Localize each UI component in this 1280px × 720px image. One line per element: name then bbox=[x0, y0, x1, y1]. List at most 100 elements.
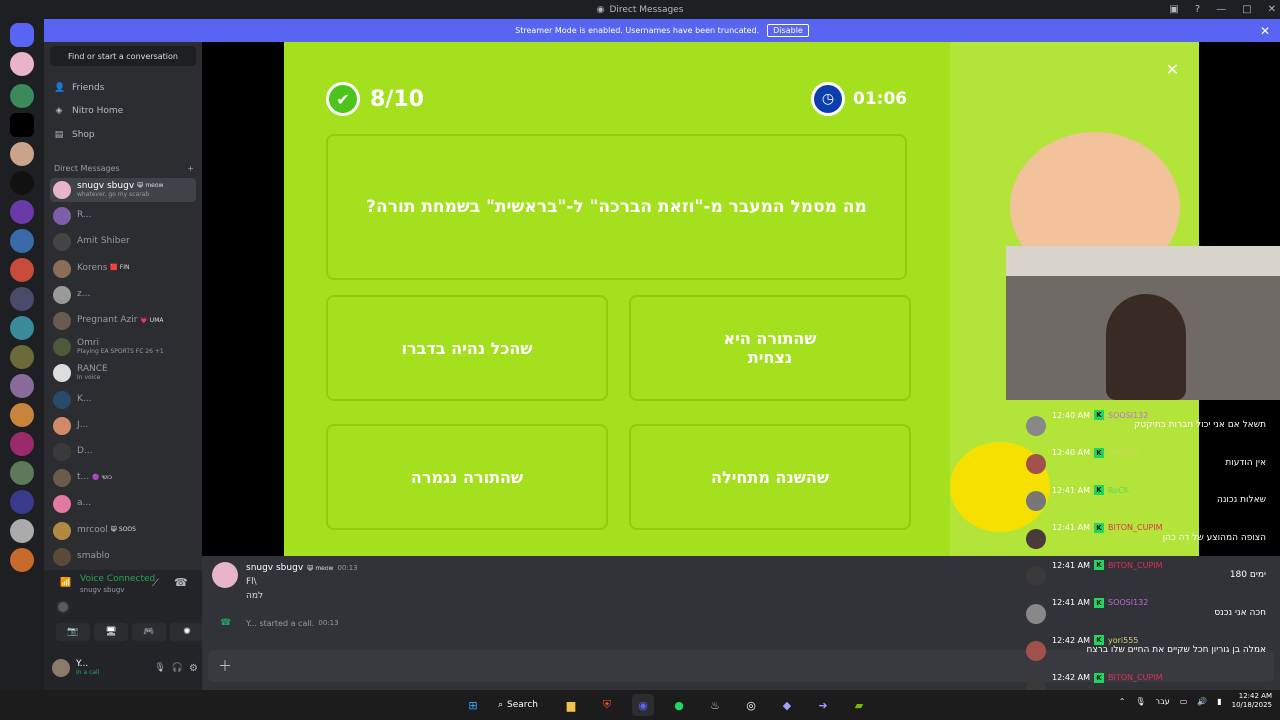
app-icon[interactable]: ◆ bbox=[776, 694, 798, 716]
avatar[interactable] bbox=[53, 521, 71, 540]
avatar[interactable] bbox=[53, 233, 71, 252]
avatar[interactable] bbox=[52, 659, 70, 677]
avatar[interactable] bbox=[53, 181, 71, 199]
help-icon[interactable]: ? bbox=[1195, 4, 1200, 15]
answer-button[interactable]: שהתורה היא נצחית bbox=[629, 295, 911, 401]
inbox-icon[interactable]: ▣ bbox=[1169, 4, 1178, 15]
attach-plus-icon[interactable]: ＋ bbox=[218, 656, 232, 676]
dm-item[interactable]: t... 🟣 כושי bbox=[50, 466, 196, 490]
server-icon[interactable] bbox=[10, 519, 34, 543]
avatar[interactable] bbox=[53, 390, 71, 409]
search-button[interactable]: ⌕ Search bbox=[498, 700, 546, 710]
server-icon[interactable] bbox=[10, 113, 34, 137]
server-icon[interactable] bbox=[10, 258, 34, 282]
nav-nitro-home[interactable]: ◈ Nitro Home bbox=[54, 106, 124, 116]
server-icon[interactable] bbox=[10, 461, 34, 485]
server-icon[interactable] bbox=[10, 229, 34, 253]
server-icon[interactable] bbox=[10, 171, 34, 195]
arrow-app-icon[interactable]: ➜ bbox=[812, 694, 834, 716]
server-icon[interactable] bbox=[10, 287, 34, 311]
dm-item[interactable]: Pregnant Azir 💗 UMA bbox=[50, 309, 196, 333]
disable-streamer-button[interactable]: Disable bbox=[767, 24, 809, 37]
avatar[interactable] bbox=[53, 443, 71, 461]
network-icon[interactable]: ▭ bbox=[1180, 697, 1188, 706]
dm-item[interactable]: Omri Playing EA SPORTS FC 26 +1 bbox=[50, 335, 196, 359]
answer-button[interactable]: שהשנה מתחילה bbox=[629, 424, 911, 530]
camera-button[interactable]: 📷 bbox=[56, 623, 90, 641]
dm-item[interactable]: D... bbox=[50, 440, 196, 464]
settings-gear-icon[interactable]: ⚙ bbox=[189, 663, 198, 674]
server-icon[interactable] bbox=[10, 345, 34, 369]
close-window-button[interactable]: ✕ bbox=[1268, 4, 1276, 15]
participant-avatar[interactable] bbox=[56, 600, 70, 614]
screenshare-button[interactable]: 🖥 bbox=[94, 623, 128, 641]
server-icon[interactable] bbox=[10, 490, 34, 514]
activity-button[interactable]: 🎮 bbox=[132, 623, 166, 641]
server-icon[interactable] bbox=[10, 548, 34, 572]
microphone-icon[interactable]: 🎙 bbox=[1135, 697, 1145, 706]
avatar[interactable] bbox=[53, 364, 71, 383]
server-icon[interactable] bbox=[10, 142, 34, 166]
dm-item[interactable]: a... bbox=[50, 492, 196, 516]
chevron-up-icon[interactable]: ⌃ bbox=[1119, 697, 1126, 706]
file-explorer-icon[interactable]: ▆ bbox=[560, 694, 582, 716]
dm-item[interactable]: mrcool 😸 SOOS bbox=[50, 519, 196, 543]
message-author[interactable]: snugv sbugv bbox=[246, 563, 303, 573]
maximize-button[interactable]: □ bbox=[1242, 4, 1251, 15]
avatar[interactable] bbox=[53, 547, 71, 566]
nav-shop[interactable]: ▤ Shop bbox=[54, 130, 95, 140]
avatar[interactable] bbox=[53, 259, 71, 278]
discord-icon[interactable]: ◉ bbox=[632, 694, 654, 716]
brave-icon[interactable]: ⛨ bbox=[596, 694, 618, 716]
dm-item[interactable]: Amit Shiber bbox=[50, 230, 196, 254]
answer-button[interactable]: שהתורה נגמרה bbox=[326, 424, 608, 530]
avatar[interactable] bbox=[53, 416, 71, 435]
avatar[interactable] bbox=[212, 562, 238, 588]
server-icon[interactable] bbox=[10, 403, 34, 427]
home-button[interactable] bbox=[10, 23, 34, 47]
avatar[interactable] bbox=[53, 469, 71, 488]
volume-icon[interactable]: 🔊 bbox=[1197, 697, 1207, 706]
dm-item[interactable]: K... bbox=[50, 388, 196, 412]
avatar[interactable] bbox=[53, 207, 71, 226]
server-icon[interactable] bbox=[10, 374, 34, 398]
dm-item[interactable]: Korens 🟥 FIN bbox=[50, 257, 196, 281]
dm-item[interactable]: z... bbox=[50, 283, 196, 307]
add-dm-button[interactable]: + bbox=[187, 164, 194, 173]
answer-button[interactable]: שהכל נהיה בדברו bbox=[326, 295, 608, 401]
noise-suppression-icon[interactable]: ⟋ bbox=[152, 578, 159, 589]
avatar[interactable] bbox=[53, 285, 71, 304]
language-indicator[interactable]: עבר bbox=[1156, 697, 1170, 706]
dm-item[interactable]: R... bbox=[50, 204, 196, 228]
close-game-icon[interactable]: ✕ bbox=[1166, 60, 1179, 79]
headphones-icon[interactable]: 🎧 bbox=[172, 663, 183, 673]
soundboard-button[interactable]: ✺ bbox=[170, 623, 204, 641]
system-clock[interactable]: 12:42 AM 10/18/2025 bbox=[1232, 692, 1272, 710]
server-icon[interactable] bbox=[10, 432, 34, 456]
server-icon[interactable] bbox=[10, 52, 34, 76]
avatar[interactable] bbox=[53, 495, 71, 514]
start-button[interactable]: ⊞ bbox=[462, 694, 484, 716]
avatar[interactable] bbox=[53, 312, 71, 330]
spotify-icon[interactable]: ● bbox=[668, 694, 690, 716]
voice-channel-label[interactable]: snugv sbugv bbox=[80, 586, 124, 594]
nvidia-icon[interactable]: ▰ bbox=[848, 694, 870, 716]
nav-friends[interactable]: 👤 Friends bbox=[54, 83, 104, 93]
server-icon[interactable] bbox=[10, 84, 34, 108]
close-banner-icon[interactable]: ✕ bbox=[1260, 24, 1270, 38]
microphone-icon[interactable]: 🎙 bbox=[154, 663, 165, 673]
battery-icon[interactable]: ▮ bbox=[1217, 697, 1221, 706]
minimize-button[interactable]: — bbox=[1216, 4, 1226, 15]
dm-item[interactable]: smablo bbox=[50, 545, 196, 569]
dm-item[interactable]: J... bbox=[50, 414, 196, 438]
disconnect-icon[interactable]: ☎ bbox=[174, 576, 188, 589]
user-panel[interactable]: Y... In a call 🎙 🎧 ⚙ bbox=[52, 656, 198, 680]
steam-icon[interactable]: ♨ bbox=[704, 694, 726, 716]
dm-item[interactable]: snugv sbugv 😸 meow whatever. go my scarab bbox=[50, 178, 196, 202]
find-conversation-button[interactable]: Find or start a conversation bbox=[50, 46, 196, 66]
server-icon[interactable] bbox=[10, 316, 34, 340]
server-icon[interactable] bbox=[10, 200, 34, 224]
avatar[interactable] bbox=[53, 338, 71, 357]
dm-item[interactable]: RANCE In voice bbox=[50, 361, 196, 385]
github-icon[interactable]: ◎ bbox=[740, 694, 762, 716]
